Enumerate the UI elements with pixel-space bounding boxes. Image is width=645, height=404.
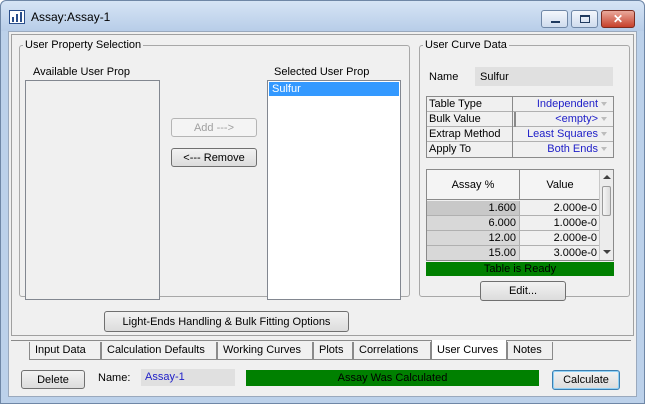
table-cell[interactable]: 15.00: [427, 246, 520, 260]
user-property-selection-legend: User Property Selection: [25, 39, 142, 51]
available-user-prop-list[interactable]: [25, 80, 160, 300]
bulk-value-field[interactable]: <empty>: [514, 112, 610, 127]
available-user-prop-label: Available User Prop: [33, 66, 131, 78]
assay-name-field[interactable]: Assay-1: [141, 369, 235, 386]
table-cell[interactable]: 1.600: [427, 201, 520, 216]
table-row[interactable]: 15.00 3.000e-0: [427, 246, 601, 260]
close-icon: ✕: [612, 12, 624, 26]
tab-working-curves[interactable]: Working Curves: [217, 342, 313, 360]
property-row-table-type: Table Type Independent: [427, 97, 613, 112]
window-title: Assay:Assay-1: [31, 10, 111, 24]
tab-strip: Input Data Calculation Defaults Working …: [11, 340, 631, 360]
user-curves-panel: User Property Selection Available User P…: [11, 34, 634, 336]
table-cell[interactable]: 12.00: [427, 231, 520, 246]
table-row[interactable]: 1.600 2.000e-0: [427, 201, 601, 216]
assay-name-label: Name:: [98, 372, 131, 384]
table-cell[interactable]: 1.000e-0: [520, 216, 601, 231]
table-row[interactable]: 6.000 1.000e-0: [427, 216, 601, 231]
property-key: Bulk Value: [427, 112, 513, 127]
table-cell[interactable]: 2.000e-0: [520, 201, 601, 216]
title-bar[interactable]: Assay:Assay-1 ✕: [1, 1, 644, 31]
curve-name-label: Name: [429, 71, 459, 83]
user-curve-table[interactable]: Assay % Value 1.600 2.000e-0 6.000 1.000…: [426, 169, 614, 261]
curve-properties-table: Table Type Independent Bulk Value <empty…: [426, 96, 614, 158]
column-header-value[interactable]: Value: [520, 170, 601, 200]
property-key: Apply To: [427, 142, 513, 157]
user-curve-data-legend: User Curve Data: [425, 39, 507, 51]
calculate-button[interactable]: Calculate: [552, 370, 620, 390]
tab-notes[interactable]: Notes: [507, 342, 553, 360]
property-key: Table Type: [427, 97, 513, 112]
tab-user-curves[interactable]: User Curves: [431, 340, 507, 360]
app-chart-icon: [9, 10, 25, 24]
minimize-icon: [551, 21, 560, 23]
curve-name-field[interactable]: Sulfur: [475, 67, 613, 86]
table-type-dropdown[interactable]: Independent: [514, 97, 610, 112]
scroll-up-arrow-icon[interactable]: [603, 175, 611, 179]
tab-calculation-defaults[interactable]: Calculation Defaults: [101, 342, 217, 360]
table-vertical-scrollbar[interactable]: [599, 170, 613, 260]
tab-strip-line: [11, 340, 631, 341]
column-header-assay-percent[interactable]: Assay %: [427, 170, 520, 200]
close-button[interactable]: ✕: [601, 10, 635, 28]
table-status-bar: Table is Ready: [426, 262, 614, 276]
tab-input-data[interactable]: Input Data: [29, 342, 101, 360]
maximize-button[interactable]: [571, 10, 598, 28]
light-ends-handling-button[interactable]: Light-Ends Handling & Bulk Fitting Optio…: [104, 311, 349, 332]
selected-user-prop-item[interactable]: Sulfur: [269, 82, 399, 96]
extrap-method-dropdown[interactable]: Least Squares: [514, 127, 610, 142]
table-cell[interactable]: 6.000: [427, 216, 520, 231]
tab-correlations[interactable]: Correlations: [353, 342, 431, 360]
table-cell[interactable]: 2.000e-0: [520, 231, 601, 246]
minimize-button[interactable]: [541, 10, 568, 28]
scrollbar-thumb[interactable]: [602, 186, 611, 216]
table-cell[interactable]: 3.000e-0: [520, 246, 601, 260]
table-row[interactable]: 12.00 2.000e-0: [427, 231, 601, 246]
selected-user-prop-label: Selected User Prop: [274, 66, 370, 78]
property-row-bulk-value: Bulk Value <empty>: [427, 112, 613, 127]
property-key: Extrap Method: [427, 127, 513, 142]
scroll-down-arrow-icon[interactable]: [603, 250, 611, 254]
maximize-icon: [580, 15, 590, 23]
edit-button[interactable]: Edit...: [480, 281, 566, 301]
property-row-apply-to: Apply To Both Ends: [427, 142, 613, 157]
selected-user-prop-list[interactable]: Sulfur: [267, 80, 401, 300]
remove-button[interactable]: <--- Remove: [171, 148, 257, 167]
tab-plots[interactable]: Plots: [313, 342, 353, 360]
property-row-extrap-method: Extrap Method Least Squares: [427, 127, 613, 142]
add-button[interactable]: Add --->: [171, 118, 257, 137]
calculation-status-bar: Assay Was Calculated: [246, 370, 539, 386]
delete-button[interactable]: Delete: [21, 370, 85, 389]
assay-window: Assay:Assay-1 ✕ User Property Selection …: [0, 0, 645, 404]
apply-to-dropdown[interactable]: Both Ends: [514, 142, 610, 157]
client-area: User Property Selection Available User P…: [8, 31, 637, 397]
